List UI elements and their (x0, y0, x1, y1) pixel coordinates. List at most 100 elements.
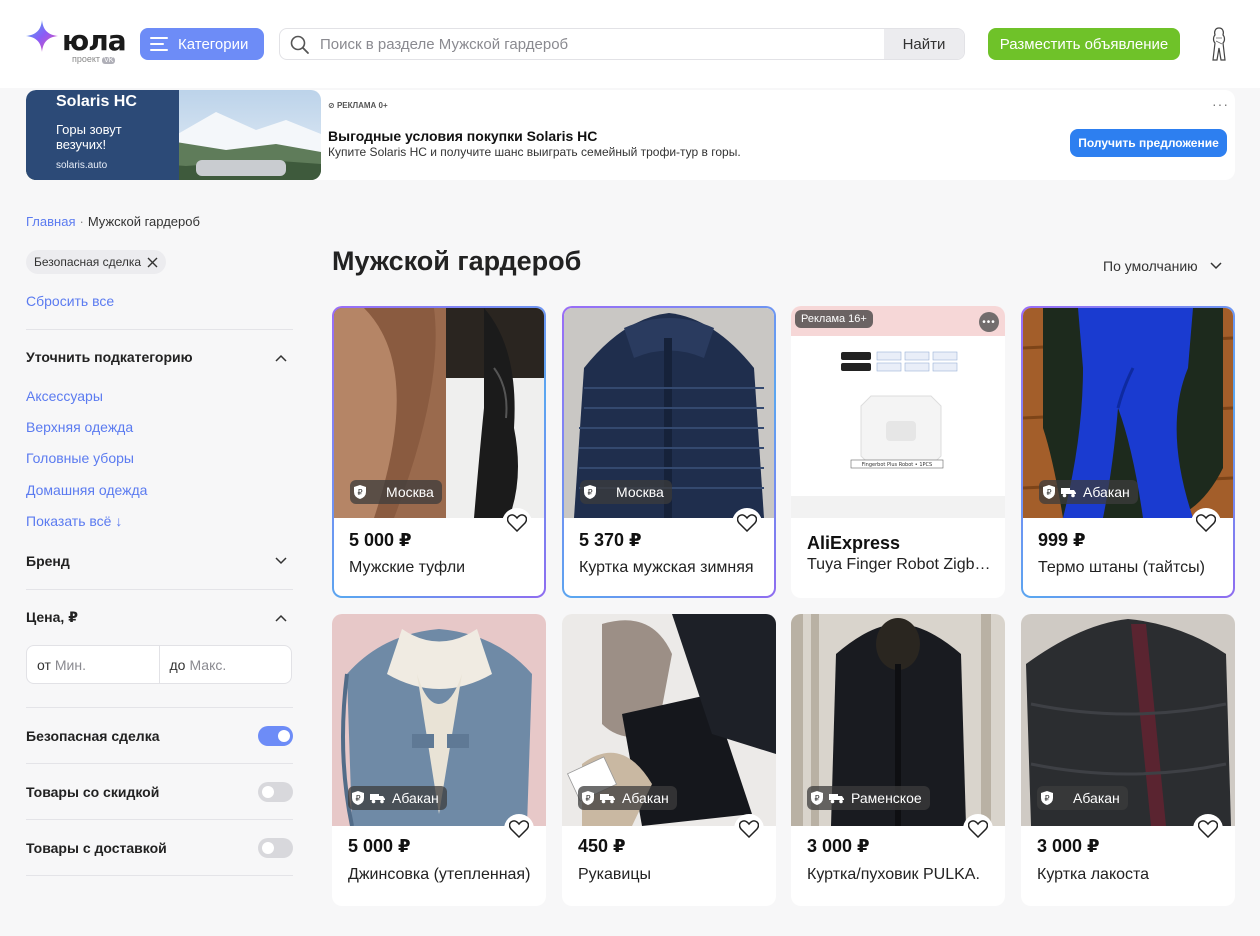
listing-price: 5 000 ₽ (349, 530, 412, 550)
ad-title[interactable]: Выгодные условия покупки Solaris HC (328, 128, 597, 144)
divider (26, 763, 293, 764)
page-title: Мужской гардероб (332, 246, 582, 276)
listing-title[interactable]: Куртка мужская зимняя (579, 559, 764, 577)
logo-subtitle: проект VK (72, 54, 116, 64)
svg-text:₽: ₽ (1044, 794, 1049, 803)
breadcrumb-home[interactable]: Главная (26, 214, 75, 229)
ad-brand: AliExpress (807, 533, 901, 553)
listing-title[interactable]: Куртка/пуховик PULKA. (807, 866, 992, 884)
subcategory-accessories[interactable]: Аксессуары (26, 388, 103, 404)
search-button[interactable]: Найти (884, 29, 964, 59)
listing-price: 999 ₽ (1038, 530, 1086, 550)
ad-cta-button[interactable]: Получить предложение (1070, 129, 1227, 157)
favorite-button[interactable] (504, 814, 534, 844)
ad-meta: ⊘ РЕКЛАМА 0+ (328, 101, 388, 110)
listing-title[interactable]: Рукавицы (578, 866, 763, 884)
location-badge: ₽ Абакан (578, 786, 677, 810)
listing-card[interactable]: ₽ Абакан 450 ₽ Рукавицы (562, 614, 776, 906)
favorite-button[interactable] (732, 508, 762, 538)
safe-deal-icon: ₽ (1041, 791, 1053, 805)
favorite-button[interactable] (502, 508, 532, 538)
heart-icon (739, 820, 759, 838)
sort-dropdown[interactable]: По умолчанию (1103, 258, 1222, 274)
delivery-truck-icon (370, 794, 385, 804)
svg-text:₽: ₽ (357, 488, 362, 497)
chevron-down-icon[interactable] (275, 557, 287, 565)
chevron-up-icon[interactable] (275, 354, 287, 362)
favorite-button[interactable] (963, 814, 993, 844)
price-to: до (158, 646, 292, 683)
discount-toggle[interactable] (258, 782, 293, 802)
listing-title[interactable]: Мужские туфли (349, 559, 534, 577)
svg-text:₽: ₽ (355, 794, 360, 803)
location-badge: ₽ Абакан (1037, 786, 1128, 810)
delivery-label: Товары с доставкой (26, 840, 167, 856)
delivery-toggle[interactable] (258, 838, 293, 858)
show-all-link[interactable]: Показать всё ↓ (26, 513, 122, 529)
search-input[interactable] (320, 29, 880, 59)
star-logo-icon (26, 20, 58, 52)
svg-text:Fingerbot Plus Robot • 1PCS: Fingerbot Plus Robot • 1PCS (862, 462, 932, 468)
listing-card[interactable]: ₽ Абакан 3 000 ₽ Куртка лакоста (1021, 614, 1235, 906)
favorite-button[interactable] (1191, 508, 1221, 538)
safe-deal-icon: ₽ (1043, 485, 1055, 499)
menu-icon (150, 37, 168, 51)
location-text: Раменское (851, 790, 922, 806)
logo-text: юла (62, 24, 127, 57)
close-icon[interactable] (147, 257, 158, 268)
favorite-button[interactable] (1193, 814, 1223, 844)
listing-card[interactable]: ₽ Абакан 5 000 ₽ Джинсовка (утепленная) (332, 614, 546, 906)
reset-filters-link[interactable]: Сбросить все (26, 293, 114, 309)
ad-image[interactable]: Solaris HC Горы зовут везучих! solaris.a… (26, 90, 321, 180)
location-badge: ₽ Раменское (807, 786, 930, 810)
divider (26, 589, 293, 590)
search-icon (290, 35, 309, 54)
safe-deal-icon: ₽ (584, 485, 596, 499)
listing-card[interactable]: ₽ Раменское 3 000 ₽ Куртка/пуховик PULKA… (791, 614, 1005, 906)
ad-label: Реклама 16+ (795, 310, 873, 328)
location-text: Абакан (1073, 790, 1120, 806)
price-section-title[interactable]: Цена, ₽ (26, 609, 78, 626)
brand-section-title[interactable]: Бренд (26, 553, 70, 569)
ad-banner[interactable]: Solaris HC Горы зовут везучих! solaris.a… (26, 90, 1235, 180)
ad-product-photo[interactable]: Fingerbot Plus Robot • 1PCS (791, 306, 1005, 518)
logo[interactable]: юла проект VK (26, 20, 127, 66)
more-dots-icon[interactable]: ••• (979, 312, 999, 332)
chevron-down-icon (1210, 262, 1222, 270)
categories-button[interactable]: Категории (140, 28, 264, 60)
more-dots-icon[interactable]: ··· (1212, 96, 1229, 112)
listing-card[interactable]: ₽ Абакан 999 ₽ Термо штаны (тайтсы) (1021, 306, 1235, 598)
price-max-input[interactable] (189, 656, 270, 673)
ad-description: Купите Solaris HC и получите шанс выигра… (328, 145, 741, 159)
safe-deal-label: Безопасная сделка (26, 728, 160, 744)
listing-card[interactable]: ₽ Москва 5 370 ₽ Куртка мужская зимняя (562, 306, 776, 598)
listing-title[interactable]: Куртка лакоста (1037, 866, 1222, 884)
safe-deal-icon: ₽ (582, 791, 594, 805)
svg-text:₽: ₽ (585, 794, 590, 803)
safe-deal-icon: ₽ (811, 791, 823, 805)
listing-price: 5 000 ₽ (348, 836, 411, 856)
price-min-input[interactable] (54, 656, 135, 673)
ad-product-title[interactable]: Tuya Finger Robot Zigbee (807, 556, 992, 574)
subcategory-homewear[interactable]: Домашняя одежда (26, 482, 147, 498)
post-ad-button[interactable]: Разместить объявление (988, 28, 1180, 60)
listing-price: 3 000 ₽ (1037, 836, 1100, 856)
favorite-button[interactable] (734, 814, 764, 844)
location-text: Абакан (392, 790, 439, 806)
avatar[interactable] (1204, 26, 1234, 62)
listing-title[interactable]: Джинсовка (утепленная) (348, 866, 533, 884)
chevron-up-icon[interactable] (275, 614, 287, 622)
ad-card[interactable]: Fingerbot Plus Robot • 1PCS Реклама 16+ … (791, 306, 1005, 598)
location-text: Москва (386, 484, 434, 500)
subcategory-section-title[interactable]: Уточнить подкатегорию (26, 349, 193, 365)
subcategory-headwear[interactable]: Головные уборы (26, 450, 134, 466)
subcategory-outerwear[interactable]: Верхняя одежда (26, 419, 133, 435)
breadcrumb: Главная · Мужской гардероб (26, 214, 200, 229)
safe-deal-toggle[interactable] (258, 726, 293, 746)
discount-label: Товары со скидкой (26, 784, 160, 800)
divider (26, 819, 293, 820)
listing-title[interactable]: Термо штаны (тайтсы) (1038, 559, 1223, 577)
divider (26, 875, 293, 876)
svg-text:₽: ₽ (587, 488, 592, 497)
listing-card[interactable]: ₽ Москва 5 000 ₽ Мужские туфли (332, 306, 546, 598)
